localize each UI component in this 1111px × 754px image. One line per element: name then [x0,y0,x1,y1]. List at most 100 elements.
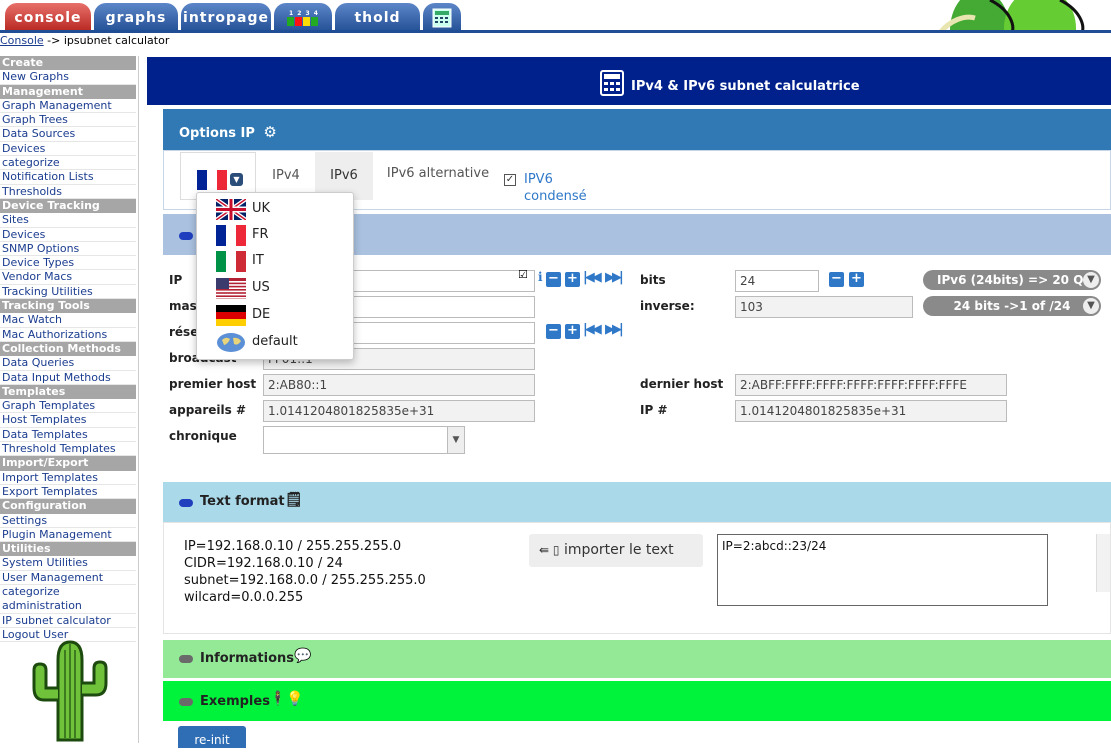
last-host-label: dernier host [640,377,724,391]
tab-intropage[interactable]: intropage [181,3,271,33]
ipv6-condensed-label: IPV6 condensé [524,172,587,204]
sidebar-item[interactable]: Devices [0,142,136,157]
mask-label: mas [169,299,197,313]
text-line: CIDR=192.168.0.10 / 24 [184,556,343,571]
language-label: default [252,334,298,349]
france-flag-icon [216,225,246,246]
import-icon: ⇚ ▯ [539,543,560,557]
sidebar-item[interactable]: IP subnet calculator [0,614,136,628]
sidebar-item[interactable]: SNMP Options [0,242,136,257]
sidebar-item[interactable]: Plugin Management [0,528,136,543]
toggle-icon[interactable] [179,232,193,240]
sidebar-item[interactable]: Mac Watch [0,313,136,328]
toggle-icon[interactable] [179,499,193,507]
sidebar-heading: Import/Export [0,456,136,471]
sidebar-item[interactable]: categorize administration [0,585,136,614]
sidebar-item[interactable]: Thresholds [0,185,136,199]
italy-flag-icon [216,251,246,272]
tab-weathermap[interactable]: 1 2 3 4 [274,3,332,33]
options-header: Options IP ⚙ [163,109,1111,150]
ipv6-summary-select[interactable]: IPv6 (24bits) => 20 Q ▼ [923,270,1101,290]
note-icon: 🗒 [285,492,303,508]
sidebar-item[interactable]: Data Queries [0,356,136,371]
text-format-textarea[interactable]: IP=2:abcd::23/24 [717,534,1048,606]
ip-label: IP [169,273,183,287]
import-text-button[interactable]: ⇚ ▯ importer le text [529,534,703,567]
us-flag-icon [216,278,246,299]
examples-title: Exemples [200,694,270,709]
uk-flag-icon [216,199,246,220]
sidebar-item[interactable]: Data Input Methods [0,371,136,385]
sidebar-item[interactable]: Graph Management [0,99,136,114]
sidebar-item[interactable]: System Utilities [0,556,136,571]
language-label: IT [252,253,264,268]
sidebar-item[interactable]: categorize [0,156,136,171]
text-line: IP=192.168.0.10 / 255.255.255.0 [184,539,402,554]
breadcrumb-current: ipsubnet calculator [63,34,170,47]
toggle-icon[interactable] [179,655,193,663]
breadcrumb-console-link[interactable]: Console [0,34,44,47]
sidebar-item[interactable]: Settings [0,514,136,528]
tab-calculator[interactable] [423,3,461,33]
text-format-lines: IP=192.168.0.10 / 255.255.255.0 CIDR=192… [184,538,426,606]
network-increment-button[interactable]: + [565,324,580,339]
sidebar-heading: Management [0,84,136,99]
sidebar-item[interactable]: Host Templates [0,413,136,428]
cactus-logo-icon [32,640,108,742]
sidebar-item[interactable]: Threshold Templates [0,442,136,457]
tab-console[interactable]: console [5,3,91,33]
sidebar-item[interactable]: Devices [0,228,136,242]
network-last-icon[interactable]: ▶▶| [605,322,624,337]
tab-thold[interactable]: thold [335,3,420,33]
chevron-down-icon: ▼ [230,173,243,186]
gear-icon[interactable]: ⚙ [263,123,276,141]
sidebar-item[interactable]: Data Sources [0,127,136,142]
sidebar-item[interactable]: Graph Templates [0,399,136,414]
sidebar-item[interactable]: Mac Authorizations [0,328,136,342]
info-icon[interactable]: i [538,270,543,284]
sidebar-item[interactable]: New Graphs [0,70,136,85]
tab-graphs[interactable]: graphs [94,3,178,33]
sidebar-item[interactable]: Tracking Utilities [0,285,136,300]
reinit-button[interactable]: re-init [178,726,246,748]
devices-value: 1.0141204801825835e+31 [263,400,535,422]
ip-last-icon[interactable]: ▶▶| [605,270,624,285]
bits-increment-button[interactable]: + [849,272,864,287]
network-first-icon[interactable]: |◀◀ [583,322,602,337]
language-dropdown: UK FR IT US DE default [196,192,354,360]
scrollbar[interactable] [1096,534,1110,592]
sidebar: Create New Graphs Management Graph Manageme… [0,56,139,743]
sidebar-item[interactable]: Sites [0,213,136,228]
sidebar-heading: Create [0,56,136,71]
text-line: wilcard=0.0.0.255 [184,590,304,605]
top-tab-bar: console graphs intropage 1 2 3 4 thold [0,0,1111,33]
calculator-icon [432,8,452,28]
chronic-select[interactable]: ▼ [263,426,465,454]
ip-first-icon[interactable]: |◀◀ [583,270,602,285]
ipv6-condensed-checkbox[interactable]: ✓ [504,174,516,186]
chevron-down-icon: ▼ [1083,298,1099,314]
bits-input[interactable]: 24 [735,270,819,292]
sidebar-item[interactable]: Notification Lists [0,170,136,185]
informations-header[interactable]: Informations 💬 [163,640,1111,678]
bits-summary-select[interactable]: 24 bits ->1 of /24 ▼ [923,296,1101,316]
sidebar-item[interactable]: Vendor Macs [0,270,136,285]
sidebar-item[interactable]: Graph Trees [0,113,136,128]
page-title: IPv4 & IPv6 subnet calculatrice [631,79,860,94]
bits-decrement-button[interactable]: − [829,272,844,287]
sidebar-heading: Collection Methods [0,341,136,357]
network-decrement-button[interactable]: − [546,324,561,339]
breadcrumb-separator: -> [43,34,64,47]
examples-header[interactable]: Exemples 🕴💡 [163,681,1111,721]
language-label: FR [252,227,269,242]
toggle-icon[interactable] [179,698,193,706]
sidebar-item[interactable]: User Management [0,571,136,585]
sidebar-item[interactable]: Import Templates [0,471,136,485]
sidebar-item[interactable]: Data Templates [0,428,136,443]
ip-increment-button[interactable]: + [565,272,580,287]
inverse-value: 103 [735,296,913,318]
ip-decrement-button[interactable]: − [546,272,561,287]
sidebar-item[interactable]: Device Types [0,256,136,271]
sidebar-item[interactable]: Export Templates [0,485,136,500]
tab-ipv6-alternative[interactable]: IPv6 alternative [376,152,500,200]
